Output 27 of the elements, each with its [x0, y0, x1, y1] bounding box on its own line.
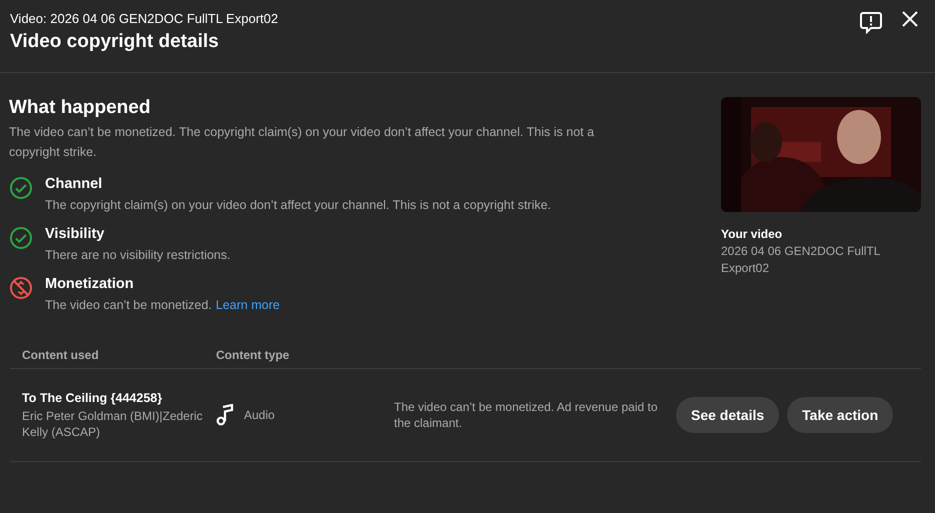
your-video-label: Your video — [721, 227, 784, 241]
action-button[interactable]: See details — [676, 397, 780, 433]
feedback-icon[interactable] — [859, 10, 883, 34]
song-owners: Eric Peter Goldman (BMI)|Zederic Kelly (ASCAP) — [22, 408, 204, 440]
action-button[interactable]: Take action — [787, 397, 894, 433]
status-text: There are no visibility restrictions. — [45, 248, 230, 262]
summary-text: The video can’t be monetized. The copyright claim(s) on your video don’t affect your channel. This is not a copyright strike. — [9, 124, 596, 161]
status-text: The video can’t be monetized. — [45, 298, 212, 312]
content-type: Audio — [244, 408, 275, 422]
status-title: Visibility — [45, 226, 106, 242]
video-name: Video: 2026 04 06 GEN2DOC FullTL Export02 — [10, 11, 278, 26]
check-circle-icon — [9, 176, 33, 200]
learn-more-link[interactable]: Learn more — [216, 298, 280, 312]
status-title: Channel — [45, 176, 104, 192]
music-note-icon — [216, 404, 234, 426]
section-heading: What happened — [9, 97, 152, 119]
check-circle-icon — [9, 226, 33, 250]
status-title: Monetization — [45, 276, 135, 292]
video-title: 2026 04 06 GEN2DOC FullTL Export02 — [721, 243, 881, 277]
dialog-title: Video copyright details — [10, 31, 220, 53]
no-money-icon — [9, 276, 33, 300]
close-icon[interactable] — [901, 10, 919, 28]
column-header: Content type — [216, 348, 290, 362]
column-header: Content used — [21, 348, 100, 362]
song-title: To The Ceiling {444258} — [22, 390, 164, 404]
claim-impact: The video can’t be monetized. Ad revenue paid to the claimant. — [393, 399, 659, 431]
status-text: The copyright claim(s) on your video don’t affect your channel. This is not a copyright strike. — [45, 198, 552, 212]
